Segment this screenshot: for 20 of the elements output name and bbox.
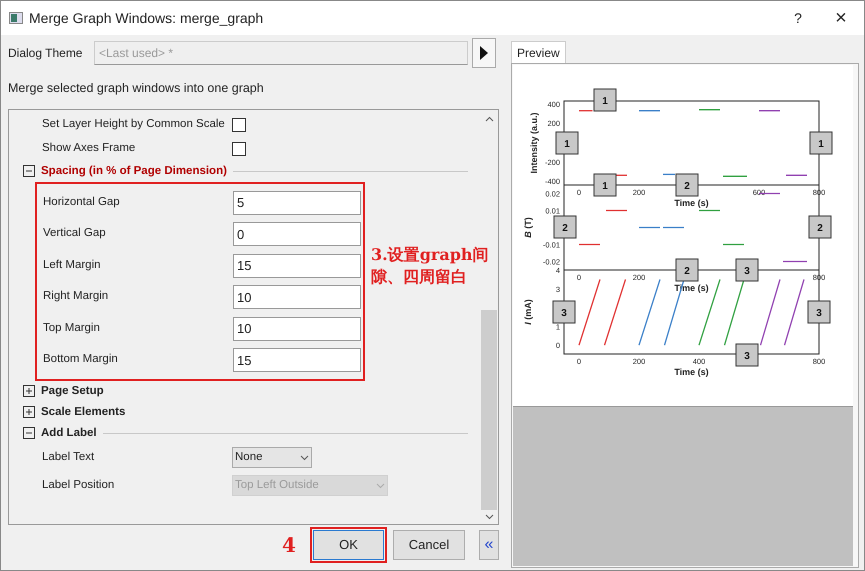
field-label: Bottom Margin [43,352,119,368]
annotation-note: 4 [282,532,297,559]
field-label: Horizontal Gap [43,194,121,210]
field-label: Right Margin [43,289,110,304]
x-axis-title: Time (s) [674,367,709,377]
field-label: Top Margin [43,320,101,336]
description: Merge selected graph windows into one graph [7,80,265,97]
y-axis-title: Intensity (a.u.) [529,112,539,174]
field-label: Vertical Gap [43,226,107,242]
field-label: Left Margin [43,258,102,273]
window-title: Merge Graph Windows: merge_graph [29,8,264,28]
annotation-note: 3.设置graph间隙、四周留白 [371,244,490,288]
option-label: Show Axes Frame [42,141,136,156]
option-label: Set Layer Height by Common Scale [42,117,226,132]
y-axis-title: I (mA) [523,299,533,325]
x-axis-title: Time (s) [674,198,709,208]
y-axis-title: B (T) [523,217,533,238]
field-label: Label Text [42,450,96,466]
field-label: Dialog Theme [8,45,84,62]
field-label: Label Position [42,478,116,494]
